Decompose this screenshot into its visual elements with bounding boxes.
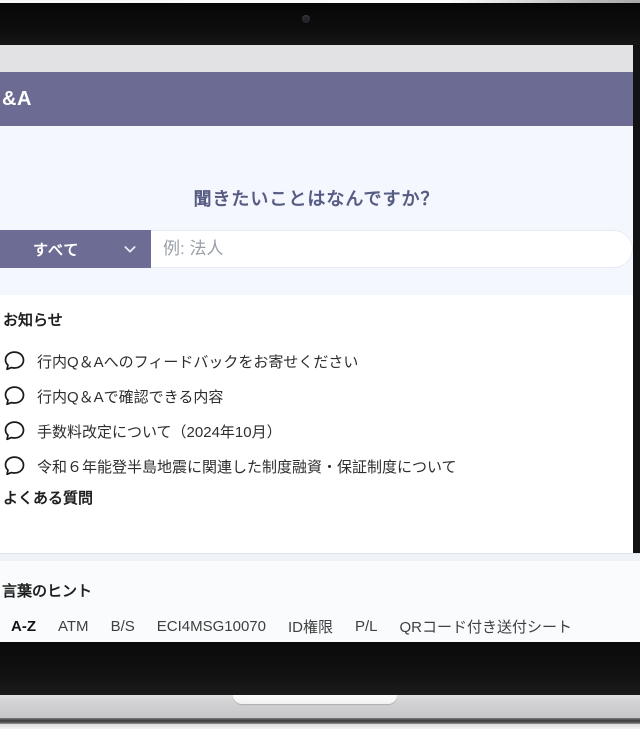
- hint-link[interactable]: QRコード付き送付シート: [400, 616, 573, 637]
- laptop-top-bezel: [0, 3, 640, 45]
- notices-title: お知らせ: [3, 309, 63, 330]
- search-input[interactable]: [151, 230, 633, 268]
- app-title: &A: [2, 72, 32, 126]
- laptop-lid-notch: [233, 695, 397, 704]
- laptop-frame: &A 聞きたいことはなんですか？ すべて お知らせ: [0, 0, 640, 729]
- hint-link-az[interactable]: A-Z: [11, 618, 36, 635]
- speech-bubble-icon: [3, 385, 26, 407]
- desk-surface: [0, 724, 640, 729]
- hero-section: 聞きたいことはなんですか？ すべて: [0, 126, 640, 295]
- notice-text: 行内Q＆Aへのフィードバックをお寄せください: [37, 351, 358, 372]
- faq-title: よくある質問: [3, 487, 93, 508]
- hint-links-row: A-Z ATM B/S ECI4MSG10070 ID権限 P/L QRコード付…: [11, 616, 572, 637]
- screen-right-edge: [633, 45, 640, 553]
- laptop-screen: &A 聞きたいことはなんですか？ すべて お知らせ: [0, 45, 640, 642]
- speech-bubble-icon: [3, 420, 26, 442]
- notice-link[interactable]: 行内Q＆Aで確認できる内容: [3, 384, 223, 408]
- screen-top-strip: [0, 45, 640, 72]
- laptop-bottom-bezel: [0, 642, 640, 695]
- hint-link[interactable]: ATM: [58, 618, 89, 635]
- hero-heading: 聞きたいことはなんですか？: [0, 185, 633, 211]
- search-category-dropdown[interactable]: すべて: [0, 230, 151, 268]
- notice-link[interactable]: 手数料改定について（2024年10月）: [3, 419, 282, 443]
- speech-bubble-icon: [3, 350, 26, 372]
- hint-link[interactable]: B/S: [111, 618, 135, 635]
- notice-text: 令和６年能登半島地震に関連した制度融資・保証制度について: [37, 456, 457, 477]
- notice-text: 手数料改定について（2024年10月）: [37, 421, 282, 442]
- word-hints-title: 言葉のヒント: [2, 580, 92, 601]
- webcam-icon: [302, 15, 310, 23]
- app-header: &A: [0, 72, 640, 126]
- laptop-base: [0, 695, 640, 718]
- hint-link[interactable]: P/L: [355, 618, 378, 635]
- word-hints-section: 言葉のヒント A-Z ATM B/S ECI4MSG10070 ID権限 P/L…: [0, 553, 640, 643]
- search-category-label: すべて: [33, 239, 79, 260]
- hint-link[interactable]: ECI4MSG10070: [157, 618, 266, 635]
- notices-section: お知らせ 行内Q＆Aへのフィードバックをお寄せください 行内Q＆Aで確認できる内…: [0, 295, 633, 553]
- notice-link[interactable]: 令和６年能登半島地震に関連した制度融資・保証制度について: [3, 454, 457, 478]
- hint-link[interactable]: ID権限: [288, 616, 333, 637]
- notice-link[interactable]: 行内Q＆Aへのフィードバックをお寄せください: [3, 349, 358, 373]
- notice-text: 行内Q＆Aで確認できる内容: [37, 386, 223, 407]
- search-bar: すべて: [0, 230, 633, 268]
- chevron-down-icon: [122, 241, 138, 257]
- speech-bubble-icon: [3, 455, 26, 477]
